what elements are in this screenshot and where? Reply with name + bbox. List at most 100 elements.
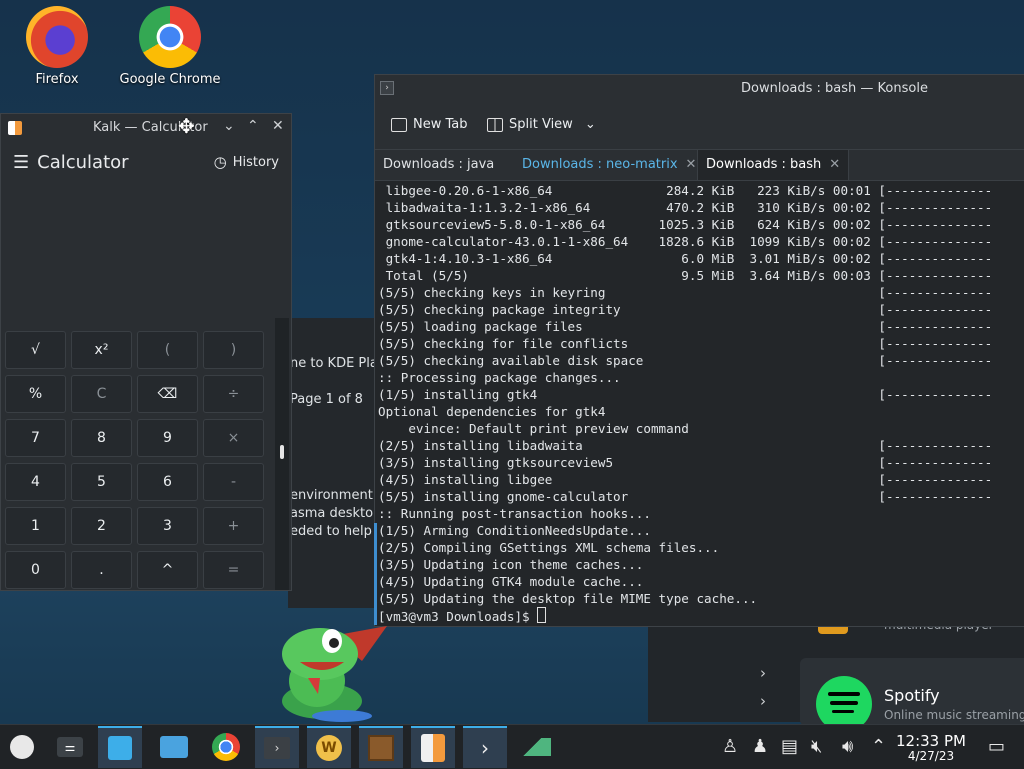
konqi-mascot-image — [282, 626, 387, 722]
minimize-icon[interactable]: ⌄ — [223, 118, 235, 134]
key-divide[interactable]: ÷ — [203, 375, 264, 413]
tab-java[interactable]: Downloads : java — [375, 150, 502, 180]
key-6[interactable]: 6 — [137, 463, 198, 501]
history-button[interactable]: ◷ History — [214, 153, 279, 171]
terminal-line: :: Running post-transaction hooks... — [378, 506, 651, 521]
key-backspace[interactable]: ⌫ — [137, 375, 198, 413]
body-text: eded to help — [290, 524, 372, 539]
key-multiply[interactable]: × — [203, 419, 264, 457]
split-view-button[interactable]: Split View ⌄ — [487, 117, 596, 132]
close-icon[interactable]: ✕ — [272, 118, 284, 134]
wine-taskbar-icon[interactable]: W — [307, 726, 351, 768]
background-window: ne to KDE Pla Page 1 of 8 environment as… — [288, 318, 388, 608]
tab-bar: Downloads : java Downloads : neo-matrix ✕… — [375, 149, 1024, 181]
desktop-icon-label: Google Chrome — [119, 72, 221, 87]
kalk-titlebar[interactable]: Kalk — Calculator ⌄ ⌃ ✕ — [1, 114, 291, 142]
kalk-app-icon — [8, 121, 22, 135]
user-icon[interactable]: ♙ — [722, 736, 738, 757]
terminal-line: Total (5/5) 9.5 MiB 3.64 MiB/s 00:03 [--… — [378, 268, 993, 283]
clock-icon: ◷ — [213, 153, 227, 171]
key-3[interactable]: 3 — [137, 507, 198, 545]
terminal-line: gtksourceview5-5.8.0-1-x86_64 1025.3 KiB… — [378, 217, 993, 232]
tab-neo-matrix[interactable]: Downloads : neo-matrix ✕ — [514, 150, 704, 180]
terminal-line: (5/5) installing gnome-calculator [-----… — [378, 489, 993, 504]
chevron-right-icon[interactable]: › — [760, 692, 766, 710]
tab-bash[interactable]: Downloads : bash ✕ — [697, 150, 850, 180]
digital-clock[interactable]: 12:33 PM 4/27/23 — [896, 732, 966, 763]
close-tab-icon[interactable]: ✕ — [829, 157, 840, 172]
key-1[interactable]: 1 — [5, 507, 66, 545]
konsole-titlebar[interactable]: › Downloads : bash — Konsole — [375, 75, 1024, 103]
desktop-icon-chrome[interactable]: Google Chrome — [115, 6, 225, 87]
expand-tray-icon[interactable]: ⌃ — [871, 736, 886, 757]
terminal-line: gnome-calculator-43.0.1-1-x86_64 1828.6 … — [378, 234, 993, 249]
terminal-line: :: Processing package changes... — [378, 370, 621, 385]
key-open-paren[interactable]: ( — [137, 331, 198, 369]
history-label: History — [232, 154, 279, 170]
key-0[interactable]: 0 — [5, 551, 66, 589]
close-tab-icon[interactable]: ✕ — [686, 157, 697, 172]
terminal-line: (1/5) installing gtk4 [-------------- — [378, 387, 993, 402]
key-clear[interactable]: C — [71, 375, 132, 413]
key-4[interactable]: 4 — [5, 463, 66, 501]
volume-muted-icon[interactable]: 🔇︎ — [811, 736, 822, 757]
key-square[interactable]: x² — [71, 331, 132, 369]
key-power[interactable]: ^ — [137, 551, 198, 589]
terminal-line: (3/5) Updating icon theme caches... — [378, 557, 644, 572]
user-switch-icon[interactable]: ♟ — [752, 736, 768, 757]
chevron-right-icon[interactable]: › — [760, 664, 766, 682]
konsole-taskbar-icon[interactable]: › — [255, 726, 299, 768]
terminal-line: gtk4-1:4.10.3-1-x86_64 6.0 MiB 3.01 MiB/… — [378, 251, 993, 266]
key-minus[interactable]: - — [203, 463, 264, 501]
chrome-taskbar-icon[interactable] — [204, 726, 248, 768]
hamburger-menu-icon[interactable]: ☰ — [13, 152, 29, 173]
body-text: asma desktop — [290, 506, 382, 521]
chrome-icon — [139, 6, 201, 68]
page-indicator: Page 1 of 8 — [290, 392, 363, 407]
terminal-line: (5/5) loading package files [-----------… — [378, 319, 993, 334]
terminal-line: (5/5) checking keys in keyring [--------… — [378, 285, 993, 300]
scrollbar-thumb[interactable] — [280, 445, 284, 459]
welcome-text: ne to KDE Pla — [290, 356, 378, 371]
file-manager-icon[interactable] — [152, 726, 196, 768]
clipboard-icon[interactable]: ▤ — [781, 736, 798, 757]
key-5[interactable]: 5 — [71, 463, 132, 501]
terminal-line: (4/5) installing libgee [-------------- — [378, 472, 993, 487]
taskbar: ⚌ › W › ♙ ♟ ▤ 🔇︎ 🔊︎ ⌃ 12:33 PM 4/27/23 ▭ — [0, 724, 1024, 769]
key-sqrt[interactable]: √ — [5, 331, 66, 369]
show-desktop-icon[interactable]: ▭ — [988, 736, 1005, 757]
discover-icon[interactable] — [98, 726, 142, 768]
system-settings-icon[interactable]: ⚌ — [48, 726, 92, 768]
minecraft-taskbar-icon[interactable] — [359, 726, 403, 768]
key-plus[interactable]: + — [203, 507, 264, 545]
tab-label: Downloads : bash — [706, 157, 822, 172]
new-tab-button[interactable]: New Tab — [391, 117, 468, 132]
keypad-scrollbar[interactable] — [275, 318, 289, 590]
key-2[interactable]: 2 — [71, 507, 132, 545]
calculator-display — [1, 182, 291, 330]
kalk-window: Kalk — Calculator ⌄ ⌃ ✕ ☰ Calculator ◷ H… — [0, 113, 292, 591]
key-percent[interactable]: % — [5, 375, 66, 413]
key-9[interactable]: 9 — [137, 419, 198, 457]
key-close-paren[interactable]: ) — [203, 331, 264, 369]
key-7[interactable]: 7 — [5, 419, 66, 457]
new-tab-label: New Tab — [413, 117, 468, 132]
terminal-line: libadwaita-1:1.3.2-1-x86_64 470.2 KiB 31… — [378, 200, 993, 215]
desktop-icon-firefox[interactable]: Firefox — [2, 6, 112, 87]
key-equals[interactable]: = — [203, 551, 264, 589]
chevron-down-icon[interactable]: ⌄ — [585, 117, 596, 132]
key-8[interactable]: 8 — [71, 419, 132, 457]
spotify-card[interactable]: Spotify Online music streaming — [800, 658, 1024, 732]
firefox-icon — [26, 6, 88, 68]
terminal-line: libgee-0.20.6-1-x86_64 284.2 KiB 223 KiB… — [378, 183, 993, 198]
maximize-icon[interactable]: ⌃ — [247, 118, 259, 134]
calculator-taskbar-icon[interactable] — [411, 726, 455, 768]
key-decimal[interactable]: . — [71, 551, 132, 589]
konsole-window: › Downloads : bash — Konsole New Tab Spl… — [374, 74, 1024, 627]
application-launcher-icon[interactable] — [0, 726, 44, 768]
terminal-output[interactable]: libgee-0.20.6-1-x86_64 284.2 KiB 223 KiB… — [378, 182, 992, 624]
volume-icon[interactable]: 🔊︎ — [842, 736, 853, 757]
system-monitor-icon[interactable] — [515, 726, 559, 768]
kdevelop-taskbar-icon[interactable]: › — [463, 726, 507, 768]
spotify-description: Online music streaming — [884, 708, 1024, 722]
